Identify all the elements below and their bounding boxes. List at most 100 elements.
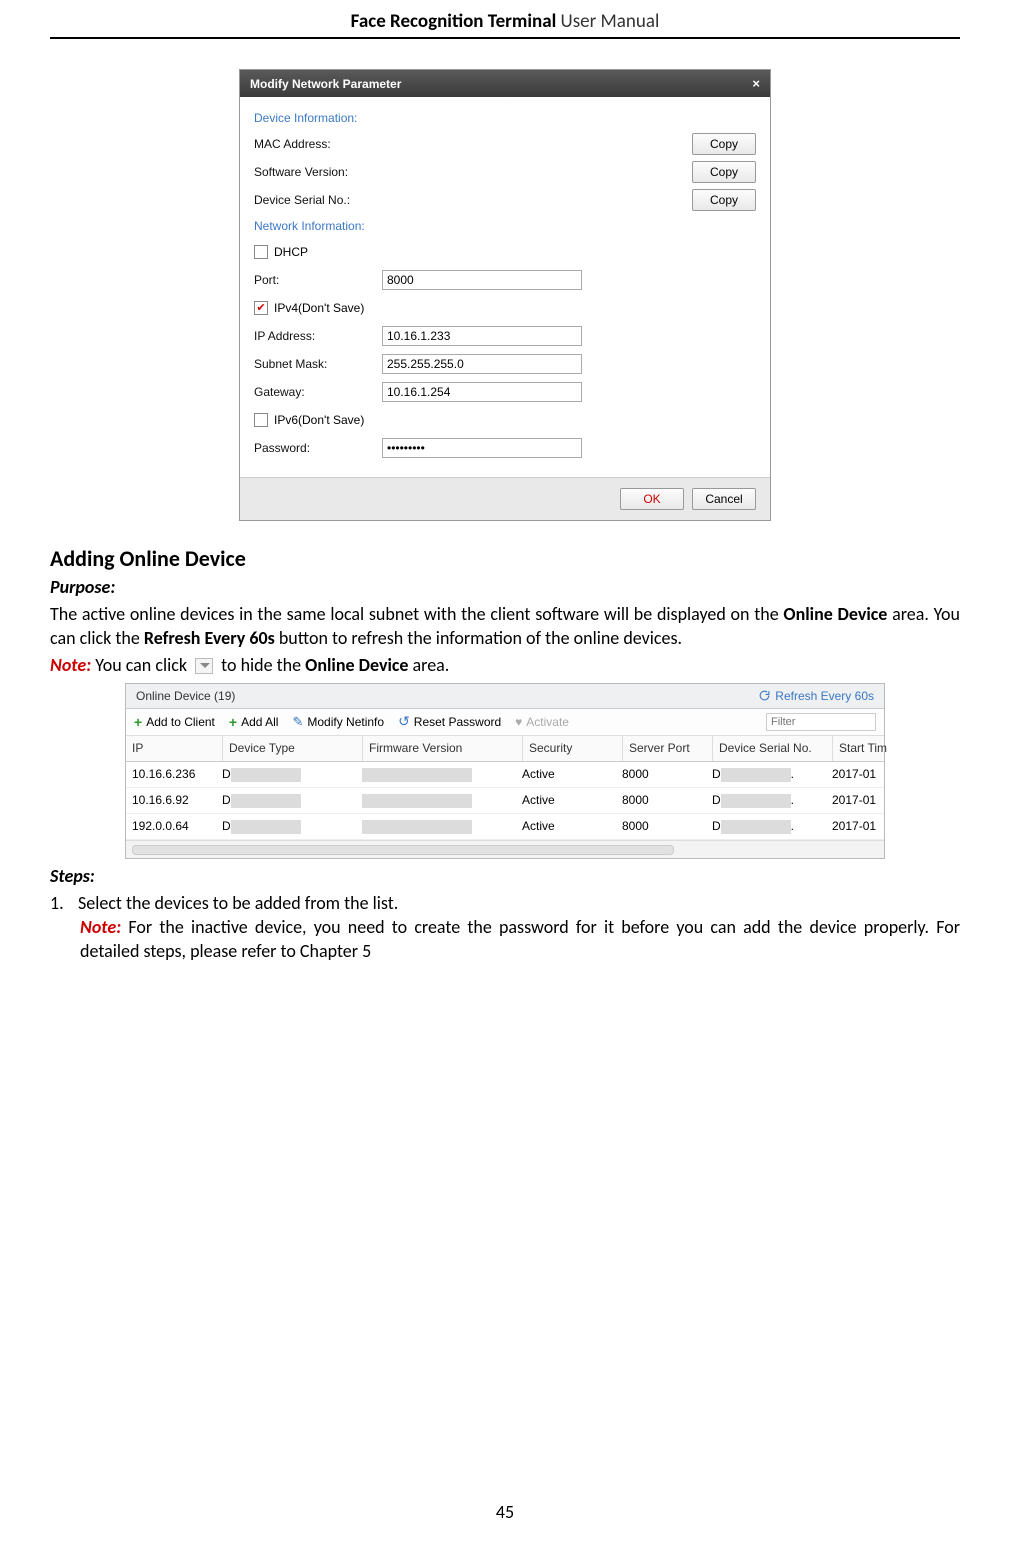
- header-light: User Manual: [556, 10, 659, 33]
- table-header: IP Device Type Firmware Version Security…: [126, 736, 884, 762]
- ipv4-save-checkbox[interactable]: [254, 301, 268, 315]
- label-password: Password:: [254, 441, 382, 455]
- refresh-icon: [758, 689, 771, 702]
- cell-ip: 10.16.6.236: [132, 767, 222, 781]
- online-device-title: Online Device (19): [136, 689, 235, 703]
- horizontal-scrollbar[interactable]: [126, 840, 884, 858]
- row-gateway: Gateway:: [254, 379, 756, 405]
- cell-serial: D.: [712, 767, 832, 782]
- device-info-header: Device Information:: [254, 107, 756, 131]
- add-to-client-button[interactable]: +Add to Client: [134, 714, 215, 730]
- col-server-port[interactable]: Server Port: [622, 736, 712, 761]
- cell-firmware: [362, 793, 522, 808]
- activate-icon: ♥: [515, 715, 522, 729]
- page-header: Face Recognition Terminal User Manual: [50, 10, 960, 39]
- table-row[interactable]: 10.16.6.236 D Active 8000 D. 2017-01: [126, 762, 884, 788]
- col-ip[interactable]: IP: [132, 736, 222, 761]
- page-number: 45: [0, 1501, 1010, 1523]
- row-ip: IP Address:: [254, 323, 756, 349]
- copy-software-button[interactable]: Copy: [692, 161, 756, 183]
- close-icon[interactable]: ×: [752, 76, 760, 91]
- plus-icon: +: [229, 714, 237, 730]
- row-ipv4save: IPv4(Don't Save): [254, 295, 756, 321]
- row-password: Password:: [254, 435, 756, 461]
- table-row[interactable]: 10.16.6.92 D Active 8000 D. 2017-01: [126, 788, 884, 814]
- col-serial-no[interactable]: Device Serial No.: [712, 736, 832, 761]
- row-port: Port:: [254, 267, 756, 293]
- row-mac: MAC Address: Copy: [254, 131, 756, 157]
- cell-start: 2017-01: [832, 767, 892, 781]
- ipv6-save-checkbox[interactable]: [254, 413, 268, 427]
- reset-password-button[interactable]: ↺Reset Password: [398, 713, 501, 730]
- table-row[interactable]: 192.0.0.64 D Active 8000 D. 2017-01: [126, 814, 884, 840]
- filter-input[interactable]: [766, 713, 876, 731]
- p1b: Online Device: [783, 603, 887, 625]
- cell-serial: D.: [712, 793, 832, 808]
- col-device-type[interactable]: Device Type: [222, 736, 362, 761]
- label-dhcp: DHCP: [274, 245, 308, 259]
- copy-serial-button[interactable]: Copy: [692, 189, 756, 211]
- section-heading: Adding Online Device: [50, 545, 960, 572]
- ok-button[interactable]: OK: [620, 488, 684, 510]
- redacted: [721, 794, 791, 808]
- steps-label: Steps:: [50, 865, 960, 887]
- header-bold: Face Recognition Terminal: [351, 10, 557, 33]
- cell-device-type: D: [222, 767, 362, 782]
- plus-icon: +: [134, 714, 142, 730]
- note-b: to hide the: [217, 654, 305, 676]
- col-security[interactable]: Security: [522, 736, 622, 761]
- dialog-body: Device Information: MAC Address: Copy So…: [240, 97, 770, 477]
- label-gateway: Gateway:: [254, 385, 382, 399]
- online-device-figure: Online Device (19) Refresh Every 60s +Ad…: [50, 683, 960, 859]
- note-label: Note:: [80, 916, 121, 938]
- step-1-note: Note: For the inactive device, you need …: [80, 915, 960, 964]
- cell-security: Active: [522, 767, 622, 781]
- label-mac: MAC Address:: [254, 137, 382, 151]
- cell-ip: 10.16.6.92: [132, 793, 222, 807]
- gateway-input[interactable]: [382, 382, 582, 402]
- p1a: The active online devices in the same lo…: [50, 603, 783, 625]
- cell-security: Active: [522, 819, 622, 833]
- modify-netinfo-button[interactable]: ✎Modify Netinfo: [292, 714, 384, 730]
- p1e: button to refresh the information of the…: [275, 627, 682, 649]
- note-paragraph: Note: You can click to hide the Online D…: [50, 653, 960, 677]
- reset-icon: ↺: [398, 713, 410, 730]
- subnet-input[interactable]: [382, 354, 582, 374]
- label-software: Software Version:: [254, 165, 382, 179]
- row-subnet: Subnet Mask:: [254, 351, 756, 377]
- ip-input[interactable]: [382, 326, 582, 346]
- row-software: Software Version: Copy: [254, 159, 756, 185]
- label-port: Port:: [254, 273, 382, 287]
- purpose-paragraph: The active online devices in the same lo…: [50, 602, 960, 651]
- add-all-button[interactable]: +Add All: [229, 714, 279, 730]
- cell-ip: 192.0.0.64: [132, 819, 222, 833]
- label-serial: Device Serial No.:: [254, 193, 382, 207]
- cell-port: 8000: [622, 767, 712, 781]
- password-input[interactable]: [382, 438, 582, 458]
- cell-port: 8000: [622, 793, 712, 807]
- note-a: You can click: [91, 654, 191, 676]
- cancel-button[interactable]: Cancel: [692, 488, 756, 510]
- activate-button[interactable]: ♥Activate: [515, 715, 569, 729]
- col-start-time[interactable]: Start Tim: [832, 736, 892, 761]
- cell-firmware: [362, 767, 522, 782]
- cell-device-type: D: [222, 793, 362, 808]
- col-firmware[interactable]: Firmware Version: [362, 736, 522, 761]
- refresh-every-60s-button[interactable]: Refresh Every 60s: [758, 689, 874, 703]
- label-ipv4save: IPv4(Don't Save): [274, 301, 364, 315]
- row-serial: Device Serial No.: Copy: [254, 187, 756, 213]
- collapse-icon[interactable]: [195, 658, 213, 674]
- cell-start: 2017-01: [832, 819, 892, 833]
- refresh-label: Refresh Every 60s: [775, 689, 874, 703]
- label-subnet: Subnet Mask:: [254, 357, 382, 371]
- row-ipv6save: IPv6(Don't Save): [254, 407, 756, 433]
- dhcp-checkbox[interactable]: [254, 245, 268, 259]
- step-1-note-text: For the inactive device, you need to cre…: [80, 916, 960, 962]
- dialog-footer: OK Cancel: [240, 477, 770, 520]
- copy-mac-button[interactable]: Copy: [692, 133, 756, 155]
- label-ipv6save: IPv6(Don't Save): [274, 413, 364, 427]
- dialog-figure: Modify Network Parameter × Device Inform…: [50, 69, 960, 521]
- purpose-label: Purpose:: [50, 576, 960, 598]
- port-input[interactable]: [382, 270, 582, 290]
- redacted: [362, 820, 472, 834]
